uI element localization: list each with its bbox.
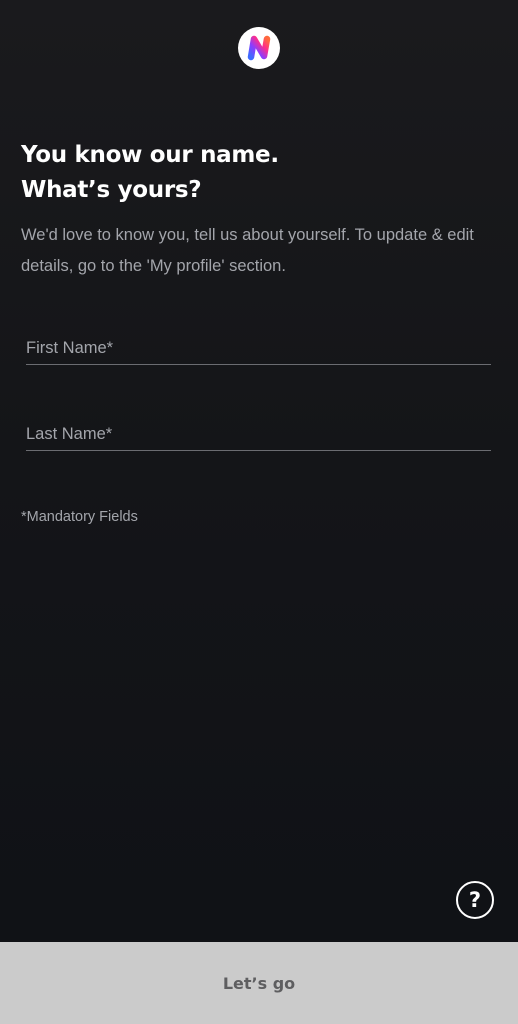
lets-go-button[interactable]: Let’s go	[0, 942, 518, 1024]
last-name-field	[26, 406, 491, 451]
app-logo	[238, 27, 280, 69]
page-title-line-1: You know our name.	[21, 142, 279, 168]
gradient-n-logo-icon	[247, 35, 271, 61]
page-title-line-2: What’s yours?	[21, 177, 202, 203]
last-name-input[interactable]	[26, 406, 491, 450]
first-name-input[interactable]	[26, 320, 491, 364]
first-name-field	[26, 320, 491, 365]
page-title: You know our name. What’s yours?	[21, 138, 501, 208]
mandatory-fields-note: *Mandatory Fields	[21, 509, 138, 525]
help-button[interactable]: ?	[456, 881, 494, 919]
page-subtitle: We'd love to know you, tell us about you…	[21, 226, 474, 275]
help-circle-icon: ?	[468, 888, 482, 912]
